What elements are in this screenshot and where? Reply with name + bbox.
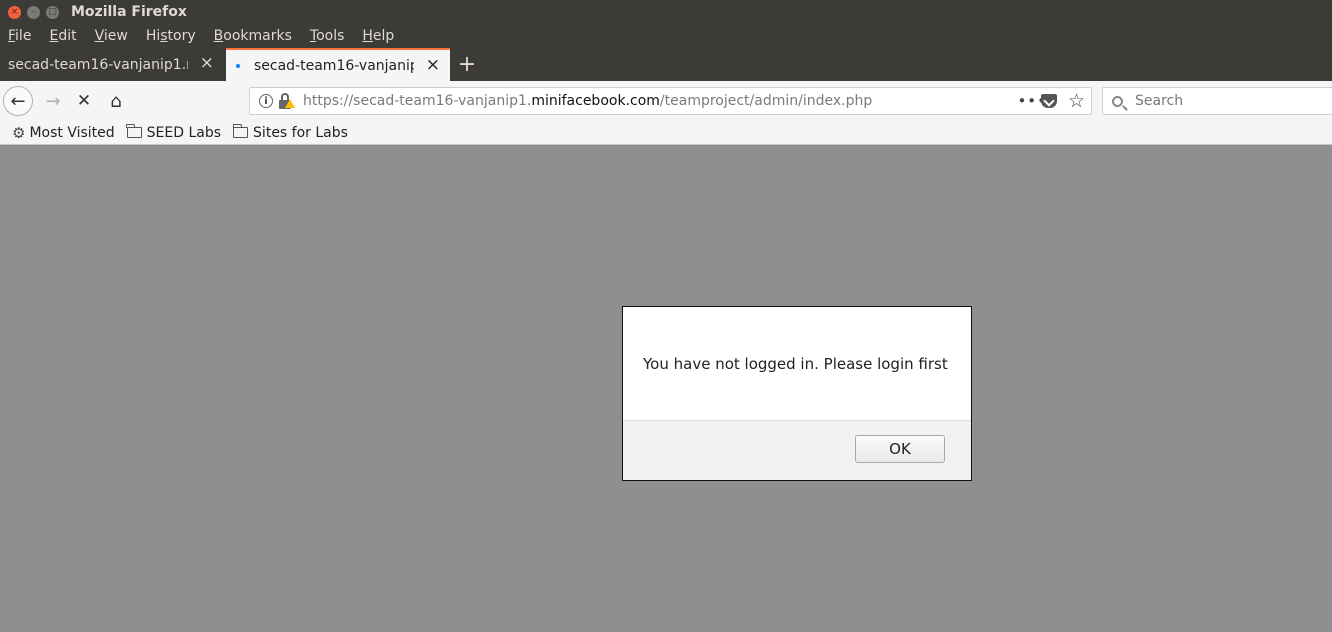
- menu-tools[interactable]: Tools: [310, 28, 345, 44]
- bookmark-label: Sites for Labs: [253, 124, 348, 141]
- menu-bookmarks[interactable]: Bookmarks: [214, 28, 292, 44]
- stop-icon: ✕: [76, 91, 92, 111]
- folder-icon: [126, 124, 142, 138]
- menu-file-label: ile: [15, 28, 32, 44]
- menu-help-mnemonic: H: [362, 28, 373, 44]
- url-text[interactable]: https://secad-team16-vanjanip1.minifaceb…: [303, 93, 872, 109]
- bookmark-sites-for-labs[interactable]: Sites for Labs: [232, 124, 348, 141]
- dialog-message-area: You have not logged in. Please login fir…: [623, 307, 971, 421]
- bookmark-star-icon[interactable]: ☆: [1068, 90, 1085, 112]
- tab-strip: secad-team16-vanjanip1.mi × secad-team16…: [0, 48, 1332, 81]
- stop-button[interactable]: ✕: [73, 89, 95, 113]
- close-icon: ×: [10, 6, 19, 17]
- tab-inactive[interactable]: secad-team16-vanjanip1.mi ×: [0, 48, 224, 81]
- search-icon: [1112, 95, 1123, 107]
- menu-view-mnemonic: V: [94, 28, 104, 44]
- menu-bookmarks-mnemonic: B: [213, 28, 224, 44]
- menu-history-prefix: Hi: [145, 28, 161, 44]
- window-minimize-button[interactable]: –: [27, 5, 40, 19]
- window-close-button[interactable]: ×: [8, 5, 21, 19]
- alert-dialog: You have not logged in. Please login fir…: [622, 306, 972, 481]
- gear-icon: ⚙: [12, 123, 26, 142]
- pocket-icon[interactable]: [1041, 94, 1057, 108]
- url-domain: minifacebook.com: [531, 93, 660, 109]
- menu-edit[interactable]: Edit: [49, 28, 76, 44]
- dialog-message: You have not logged in. Please login fir…: [643, 355, 948, 373]
- menu-edit-mnemonic: E: [49, 28, 59, 44]
- tab-close-icon[interactable]: ×: [426, 57, 440, 74]
- menu-history-mnemonic: s: [160, 28, 168, 44]
- url-bar[interactable]: i https://secad-team16-vanjanip1.minifac…: [249, 87, 1092, 115]
- menu-history-label: tory: [167, 28, 196, 44]
- back-button[interactable]: ←: [3, 86, 33, 116]
- folder-icon: [232, 124, 249, 138]
- menu-file-mnemonic: F: [8, 28, 16, 44]
- site-info-icon[interactable]: i: [259, 94, 273, 108]
- bookmark-label: Most Visited: [29, 124, 115, 141]
- bookmark-seed-labs[interactable]: SEED Labs: [126, 124, 222, 141]
- window-maximize-button[interactable]: □: [46, 5, 59, 19]
- menu-tools-label: ools: [316, 28, 345, 44]
- loading-dot-icon: [236, 63, 240, 68]
- menu-view[interactable]: View: [95, 28, 128, 44]
- url-path: /teamproject/admin/index.php: [659, 93, 873, 109]
- insecure-lock-icon[interactable]: [279, 93, 295, 109]
- window-titlebar: × – □ Mozilla Firefox: [0, 0, 1332, 24]
- menu-bookmarks-label: ookmarks: [223, 28, 292, 44]
- warning-triangle-icon: [285, 99, 295, 108]
- search-input[interactable]: [1133, 92, 1317, 110]
- bookmark-most-visited[interactable]: ⚙ Most Visited: [12, 124, 115, 142]
- ok-button[interactable]: OK: [855, 435, 945, 463]
- tab-label: secad-team16-vanjanip1.mi: [8, 56, 188, 73]
- bookmarks-toolbar: ⚙ Most Visited SEED Labs Sites for Labs: [0, 121, 1332, 145]
- new-tab-button[interactable]: +: [452, 48, 482, 81]
- menu-bar: File Edit View History Bookmarks Tools H…: [0, 24, 1332, 48]
- forward-button[interactable]: →: [42, 89, 64, 113]
- menu-history[interactable]: History: [146, 28, 196, 44]
- minimize-icon: –: [31, 6, 36, 17]
- tab-close-icon[interactable]: ×: [200, 55, 214, 72]
- window-title: Mozilla Firefox: [71, 4, 187, 20]
- plus-icon: +: [457, 52, 477, 77]
- home-button[interactable]: ⌂: [105, 89, 127, 113]
- tab-active[interactable]: secad-team16-vanjanip1 ×: [226, 48, 450, 81]
- search-bar[interactable]: [1102, 87, 1332, 115]
- url-prefix: https://secad-team16-vanjanip1.: [303, 93, 532, 109]
- tab-label: secad-team16-vanjanip1: [254, 57, 414, 74]
- menu-file[interactable]: File: [8, 28, 31, 44]
- bookmark-label: SEED Labs: [146, 124, 222, 141]
- home-icon: ⌂: [110, 90, 122, 112]
- maximize-icon: □: [48, 6, 57, 17]
- menu-view-label: iew: [103, 28, 128, 44]
- forward-arrow-icon: →: [45, 90, 61, 112]
- back-arrow-icon: ←: [10, 90, 26, 112]
- menu-help-label: elp: [372, 28, 395, 44]
- menu-help[interactable]: Help: [362, 28, 394, 44]
- menu-edit-label: dit: [58, 28, 77, 44]
- navigation-toolbar: ← → ✕ ⌂ i https://secad-team16-vanjanip1…: [0, 81, 1332, 122]
